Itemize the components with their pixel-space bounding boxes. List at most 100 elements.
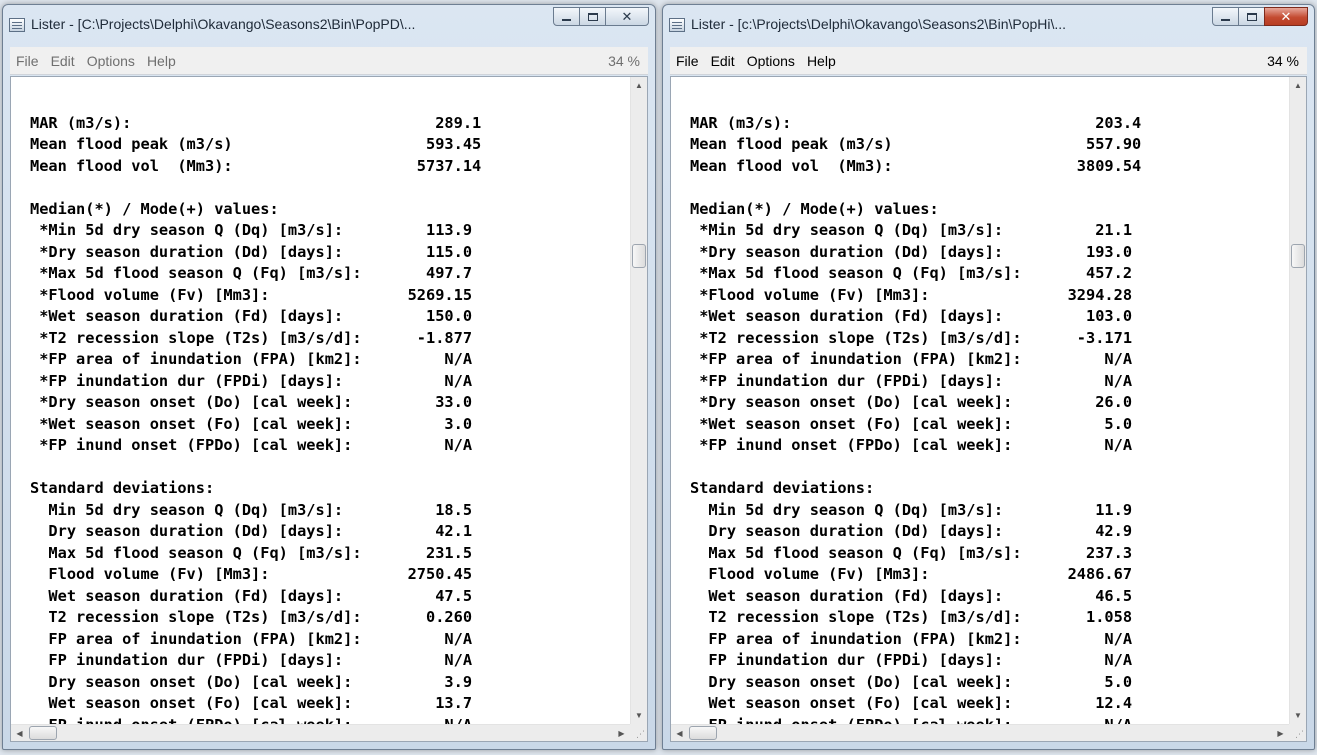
close-button[interactable]: ✕ — [1264, 7, 1308, 26]
text-line — [690, 177, 1289, 199]
text-line: Median(*) / Mode(+) values: — [30, 199, 279, 218]
text-line: Mean flood peak (m3/s) 593.45 — [30, 135, 482, 153]
caption-buttons: ✕ — [553, 7, 649, 26]
menu-edit[interactable]: Edit — [45, 53, 81, 69]
text-line: Standard deviations: — [30, 479, 215, 497]
text-line: *Dry season duration (Dd) [days]: 115.0 — [30, 242, 473, 261]
lister-window-pophi[interactable]: Lister - [c:\Projects\Delphi\Okavango\Se… — [662, 4, 1315, 750]
text-content[interactable]: MAR (m3/s): 289.1 Mean flood peak (m3/s) … — [11, 77, 630, 725]
text-line: *Min 5d dry season Q (Dq) [m3/s]: 113.9 — [30, 221, 473, 239]
text-line: Standard deviations: — [690, 479, 875, 497]
resize-grip-icon[interactable]: ⋰ — [1289, 724, 1306, 741]
horizontal-scroll-thumb[interactable] — [29, 726, 57, 740]
text-line — [30, 91, 630, 113]
horizontal-scrollbar[interactable]: ◀ ▶ — [671, 724, 1289, 741]
caption-buttons: ✕ — [1212, 7, 1308, 26]
text-line: *Wet season duration (Fd) [days]: 150.0 — [30, 307, 473, 325]
text-line: Min 5d dry season Q (Dq) [m3/s]: 11.9 — [690, 500, 1133, 519]
minimize-icon — [1221, 18, 1230, 21]
window-title: Lister - [c:\Projects\Delphi\Okavango\Se… — [691, 16, 1067, 32]
lister-app-icon — [9, 18, 25, 32]
text-line: *Max 5d flood season Q (Fq) [m3/s]: 497.… — [30, 264, 473, 282]
menu-bar: File Edit Options Help 34 % — [670, 47, 1307, 75]
menu-help[interactable]: Help — [801, 53, 842, 69]
text-line — [30, 457, 630, 479]
scroll-left-icon[interactable]: ◀ — [671, 725, 688, 741]
text-line: T2 recession slope (T2s) [m3/s/d]: 0.260 — [30, 608, 473, 626]
text-line: Dry season duration (Dd) [days]: 42.1 — [30, 522, 473, 540]
minimize-button[interactable] — [553, 7, 580, 26]
text-line: *Max 5d flood season Q (Fq) [m3/s]: 457.… — [690, 264, 1133, 282]
scroll-down-icon[interactable]: ▼ — [631, 707, 647, 724]
close-icon: ✕ — [1280, 9, 1292, 24]
close-button[interactable]: ✕ — [605, 7, 649, 26]
vertical-scrollbar[interactable]: ▲ ▼ — [1289, 77, 1306, 724]
text-line: Wet season duration (Fd) [days]: 47.5 — [30, 586, 473, 605]
text-line: Wet season onset (Fo) [cal week]: 12.4 — [690, 694, 1133, 712]
text-line: T2 recession slope (T2s) [m3/s/d]: 1.058 — [690, 608, 1133, 626]
text-line: FP area of inundation (FPA) [km2]: N/A — [30, 629, 473, 648]
text-line: Min 5d dry season Q (Dq) [m3/s]: 18.5 — [30, 500, 473, 519]
text-line: *Dry season onset (Do) [cal week]: 33.0 — [30, 393, 473, 411]
text-line: *FP inund onset (FPDo) [cal week]: N/A — [690, 436, 1133, 454]
text-line: Max 5d flood season Q (Fq) [m3/s]: 231.5 — [30, 543, 473, 562]
text-line — [690, 91, 1289, 113]
text-line: *T2 recession slope (T2s) [m3/s/d]: -3.1… — [690, 328, 1133, 347]
text-line: Median(*) / Mode(+) values: — [690, 199, 939, 218]
text-line: *Wet season onset (Fo) [cal week]: 3.0 — [30, 414, 473, 433]
text-line: *FP area of inundation (FPA) [km2]: N/A — [30, 350, 473, 368]
text-line: *Flood volume (Fv) [Mm3]: 5269.15 — [30, 285, 473, 304]
text-line: *Flood volume (Fv) [Mm3]: 3294.28 — [690, 285, 1133, 304]
text-line: Wet season duration (Fd) [days]: 46.5 — [690, 586, 1133, 605]
text-line: Dry season onset (Do) [cal week]: 3.9 — [30, 672, 473, 691]
maximize-button[interactable] — [579, 7, 606, 26]
text-line: Wet season onset (Fo) [cal week]: 13.7 — [30, 694, 473, 712]
text-content[interactable]: MAR (m3/s): 203.4 Mean flood peak (m3/s) … — [671, 77, 1289, 725]
text-line: *FP inundation dur (FPDi) [days]: N/A — [690, 371, 1133, 390]
scroll-right-icon[interactable]: ▶ — [1272, 725, 1289, 741]
text-line: Dry season onset (Do) [cal week]: 5.0 — [690, 672, 1133, 691]
lister-app-icon — [669, 18, 685, 32]
menu-help[interactable]: Help — [141, 53, 182, 69]
text-line: Flood volume (Fv) [Mm3]: 2750.45 — [30, 565, 473, 583]
maximize-icon — [587, 12, 598, 21]
content-pane: MAR (m3/s): 203.4 Mean flood peak (m3/s) … — [670, 76, 1307, 742]
text-line: *Wet season onset (Fo) [cal week]: 5.0 — [690, 414, 1133, 433]
vertical-scroll-thumb[interactable] — [632, 244, 646, 268]
text-line: FP inund onset (FPDo) [cal week]: N/A — [690, 715, 1289, 725]
text-line: Flood volume (Fv) [Mm3]: 2486.67 — [690, 565, 1133, 583]
text-line: MAR (m3/s): 203.4 — [690, 113, 1142, 132]
scroll-up-icon[interactable]: ▲ — [631, 77, 647, 94]
scroll-up-icon[interactable]: ▲ — [1290, 77, 1306, 94]
menu-edit[interactable]: Edit — [705, 53, 741, 69]
text-line: FP inundation dur (FPDi) [days]: N/A — [30, 651, 473, 669]
menu-options[interactable]: Options — [81, 53, 141, 69]
horizontal-scrollbar[interactable]: ◀ ▶ — [11, 724, 630, 741]
content-pane: MAR (m3/s): 289.1 Mean flood peak (m3/s) … — [10, 76, 648, 742]
vertical-scrollbar[interactable]: ▲ ▼ — [630, 77, 647, 724]
text-line: Dry season duration (Dd) [days]: 42.9 — [690, 522, 1133, 540]
text-line: *FP area of inundation (FPA) [km2]: N/A — [690, 350, 1133, 368]
text-line: *FP inund onset (FPDo) [cal week]: N/A — [30, 436, 473, 454]
lister-window-poppd[interactable]: Lister - [C:\Projects\Delphi\Okavango\Se… — [2, 4, 656, 750]
resize-grip-icon[interactable]: ⋰ — [630, 724, 647, 741]
text-line: *Wet season duration (Fd) [days]: 103.0 — [690, 307, 1133, 325]
text-line: FP inundation dur (FPDi) [days]: N/A — [690, 651, 1133, 669]
close-icon: ✕ — [621, 9, 633, 24]
text-line: Mean flood vol (Mm3): 3809.54 — [690, 156, 1142, 175]
text-line — [690, 457, 1289, 479]
vertical-scroll-thumb[interactable] — [1291, 244, 1305, 268]
window-title: Lister - [C:\Projects\Delphi\Okavango\Se… — [31, 16, 416, 32]
maximize-button[interactable] — [1238, 7, 1265, 26]
scroll-right-icon[interactable]: ▶ — [613, 725, 630, 741]
text-line: Mean flood peak (m3/s) 557.90 — [690, 135, 1142, 153]
text-line: MAR (m3/s): 289.1 — [30, 113, 482, 132]
menu-file[interactable]: File — [670, 53, 705, 69]
minimize-button[interactable] — [1212, 7, 1239, 26]
scroll-left-icon[interactable]: ◀ — [11, 725, 28, 741]
horizontal-scroll-thumb[interactable] — [689, 726, 717, 740]
scroll-down-icon[interactable]: ▼ — [1290, 707, 1306, 724]
menu-options[interactable]: Options — [741, 53, 801, 69]
menu-file[interactable]: File — [10, 53, 45, 69]
text-line: *T2 recession slope (T2s) [m3/s/d]: -1.8… — [30, 328, 473, 347]
